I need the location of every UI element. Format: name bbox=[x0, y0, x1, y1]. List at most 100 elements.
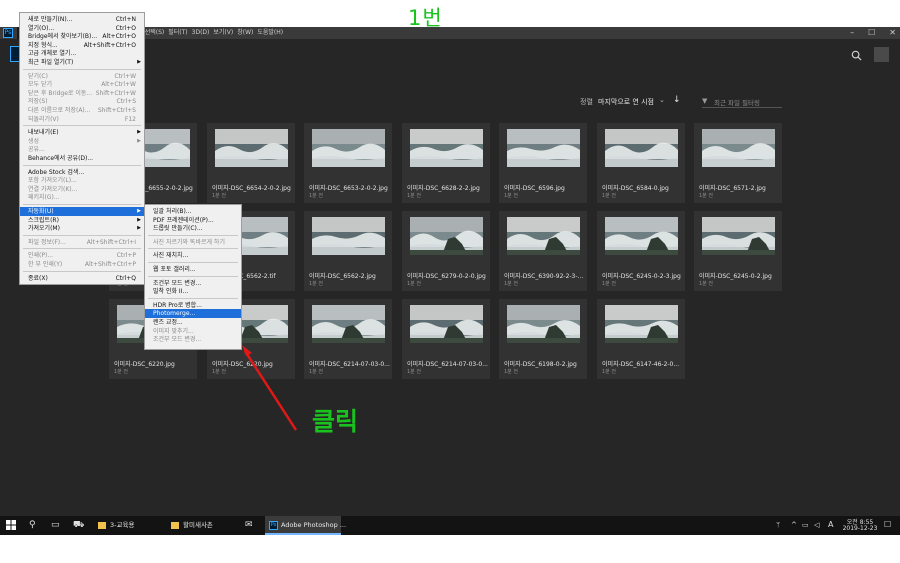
menu-item-shortcut: Alt+Shift+Ctrl+P bbox=[84, 261, 136, 268]
menu-item[interactable]: 조건부 모드 변경... bbox=[145, 335, 241, 344]
recent-file-card[interactable]: 이미지-DSC_6628-2-2.jpg 1분 전 bbox=[402, 123, 490, 203]
menu-item[interactable]: 한 부 인쇄(Y) Alt+Shift+Ctrl+P bbox=[20, 260, 144, 269]
menu-item[interactable]: 도움말(H) bbox=[255, 27, 285, 39]
sort-label: 정렬 bbox=[580, 98, 593, 106]
menu-item[interactable]: 밀착 인화 II... bbox=[145, 287, 241, 296]
menu-item[interactable]: 웹 포토 갤러리... bbox=[145, 265, 241, 274]
recent-file-card[interactable]: 이미지-DSC_6279-0-2-0.jpg 1분 전 bbox=[402, 211, 490, 291]
file-name: 이미지-DSC_6220.jpg bbox=[114, 361, 175, 368]
file-date: 1분 전 bbox=[114, 369, 128, 375]
menu-separator bbox=[148, 262, 238, 263]
menu-item-label: 조건부 모드 변경... bbox=[153, 336, 202, 344]
minimize-icon[interactable]: – bbox=[850, 27, 854, 39]
recent-file-card[interactable]: 이미지-DSC_6214-07-03-0... 1분 전 bbox=[402, 299, 490, 379]
file-date: 1분 전 bbox=[309, 281, 323, 287]
network-icon[interactable]: ▭ bbox=[802, 520, 809, 530]
menu-item-label: 가져오기(M) bbox=[28, 225, 60, 233]
taskbar-item-label: Adobe Photoshop ... bbox=[281, 521, 347, 529]
recent-file-card[interactable]: 이미지-DSC_6245-0-2-3.jpg 1분 전 bbox=[597, 211, 685, 291]
file-date: 1분 전 bbox=[699, 193, 713, 199]
menu-item[interactable]: 드롭릿 만들기(C)... bbox=[145, 224, 241, 233]
file-name: 이미지-DSC_6562-2.jpg bbox=[309, 273, 376, 280]
search-icon[interactable]: ⚲ bbox=[29, 520, 36, 530]
menu-separator bbox=[148, 234, 238, 236]
recent-file-card[interactable]: 이미지-DSC_6654-2-0-2.jpg 1분 전 bbox=[207, 123, 295, 203]
input-language[interactable]: A bbox=[828, 520, 833, 530]
file-thumbnail bbox=[702, 129, 775, 167]
recent-file-card[interactable]: 이미지-DSC_6147-46-2-0... 1분 전 bbox=[597, 299, 685, 379]
recent-file-card[interactable]: 이미지-DSC_6571-2.jpg 1분 전 bbox=[694, 123, 782, 203]
menu-item[interactable]: 패키지(G)... bbox=[20, 193, 144, 202]
chevron-down-icon[interactable]: ⌄ bbox=[659, 96, 665, 104]
menu-item[interactable]: 사진 재치치... bbox=[145, 251, 241, 260]
tray-expand-icon[interactable]: ^ bbox=[791, 520, 797, 530]
ps-logo-icon[interactable]: Ps bbox=[3, 28, 13, 38]
file-date: 1분 전 bbox=[407, 369, 421, 375]
menu-item[interactable]: 선택(S) bbox=[143, 27, 167, 39]
task-view-icon[interactable]: ▭ bbox=[51, 520, 60, 530]
taskbar-item-label: 할미새사촌 bbox=[183, 521, 213, 529]
taskbar-item-label: 3-교육용 bbox=[110, 521, 135, 529]
menu-item[interactable]: 3D(D) bbox=[190, 27, 212, 39]
file-date: 1분 전 bbox=[309, 193, 323, 199]
recent-file-card[interactable]: 이미지-DSC_6198-0-2.jpg 1분 전 bbox=[499, 299, 587, 379]
menu-separator bbox=[23, 68, 141, 70]
file-thumbnail bbox=[605, 129, 678, 167]
recent-file-card[interactable]: 이미지-DSC_6653-2-0-2.jpg 1분 전 bbox=[304, 123, 392, 203]
people-icon[interactable]: ᛘ bbox=[776, 520, 780, 530]
file-name: 이미지-DSC_6245-0-2.jpg bbox=[699, 273, 772, 280]
file-date: 1분 전 bbox=[504, 281, 518, 287]
mail-icon: ✉ bbox=[245, 520, 253, 530]
notifications-icon[interactable]: ☐ bbox=[884, 520, 891, 530]
sort-direction-icon[interactable]: ↓ bbox=[673, 95, 681, 105]
sort-dropdown[interactable]: 마지막으로 연 시점 bbox=[598, 97, 654, 107]
recent-file-card[interactable]: 이미지-DSC_6584-0.jpg 1분 전 bbox=[597, 123, 685, 203]
menu-separator bbox=[148, 297, 238, 299]
file-thumbnail bbox=[605, 217, 678, 255]
menu-item[interactable]: 사진 자르기와 똑바르게 하기 bbox=[145, 238, 241, 247]
file-thumbnail bbox=[507, 305, 580, 343]
menu-item[interactable]: 필터(T) bbox=[166, 27, 189, 39]
taskbar-item-folder[interactable]: 3-교육용 bbox=[94, 516, 160, 535]
store-icon[interactable]: ⛟ bbox=[73, 520, 84, 530]
recent-file-card[interactable]: 이미지-DSC_6596.jpg 1분 전 bbox=[499, 123, 587, 203]
file-name: 이미지-DSC_6279-0-2-0.jpg bbox=[407, 273, 486, 280]
menu-item[interactable]: 종료(X) Ctrl+Q bbox=[20, 274, 144, 283]
menu-item-label: 되돌리기(V) bbox=[28, 115, 59, 123]
recent-file-card[interactable]: 이미지-DSC_6390-92-2-3-... 1분 전 bbox=[499, 211, 587, 291]
menu-item-shortcut: F12 bbox=[124, 115, 136, 123]
file-thumbnail bbox=[312, 217, 385, 255]
avatar[interactable] bbox=[874, 47, 889, 62]
windows-start-icon[interactable] bbox=[6, 520, 16, 530]
volume-icon[interactable]: ◁ bbox=[814, 520, 819, 530]
clock-date[interactable]: 2019-12-23 bbox=[840, 525, 880, 532]
menu-separator bbox=[23, 125, 141, 127]
menu-item[interactable]: 창(W) bbox=[235, 27, 255, 39]
taskbar-item-ps[interactable]: Ps Adobe Photoshop ... bbox=[265, 516, 346, 535]
taskbar-item-folder[interactable]: 할미새사촌 bbox=[167, 516, 237, 535]
file-date: 1분 전 bbox=[407, 281, 421, 287]
menu-item[interactable]: 가져오기(M) ▶ bbox=[20, 224, 144, 233]
menu-separator bbox=[23, 204, 141, 205]
close-icon[interactable]: ✕ bbox=[889, 27, 896, 39]
file-name: 이미지-DSC_6198-0-2.jpg bbox=[504, 361, 577, 368]
taskbar-item-mail[interactable]: ✉ bbox=[240, 516, 260, 535]
file-thumbnail bbox=[507, 129, 580, 167]
recent-file-card[interactable]: 이미지-DSC_6214-07-03-0... 1분 전 bbox=[304, 299, 392, 379]
menu-item[interactable]: Behance에서 공유(D)... bbox=[20, 154, 144, 163]
menu-item-shortcut: Ctrl+Q bbox=[115, 274, 136, 282]
file-name: 이미지-DSC_6245-0-2-3.jpg bbox=[602, 273, 681, 280]
menu-item-label: 사진 재치치... bbox=[153, 252, 189, 260]
maximize-icon[interactable]: ☐ bbox=[868, 27, 875, 39]
menu-item[interactable]: 보기(V) bbox=[211, 27, 235, 39]
filter-input[interactable]: ▼ 최근 파일 필터링 bbox=[702, 95, 782, 108]
menu-item[interactable]: 최근 파일 열기(T) ▶ bbox=[20, 58, 144, 67]
search-icon[interactable] bbox=[851, 50, 862, 61]
menu-item[interactable]: 되돌리기(V) F12 bbox=[20, 115, 144, 124]
recent-file-card[interactable]: 이미지-DSC_6562-2.jpg1분 전 bbox=[304, 211, 392, 291]
file-date: 1분 전 bbox=[504, 369, 518, 375]
recent-file-card[interactable]: 이미지-DSC_6245-0-2.jpg 1분 전 bbox=[694, 211, 782, 291]
menu-separator bbox=[23, 164, 141, 166]
menu-item[interactable]: 파일 정보(F)... Alt+Shift+Ctrl+I bbox=[20, 238, 144, 247]
file-date: 1분 전 bbox=[504, 193, 518, 199]
